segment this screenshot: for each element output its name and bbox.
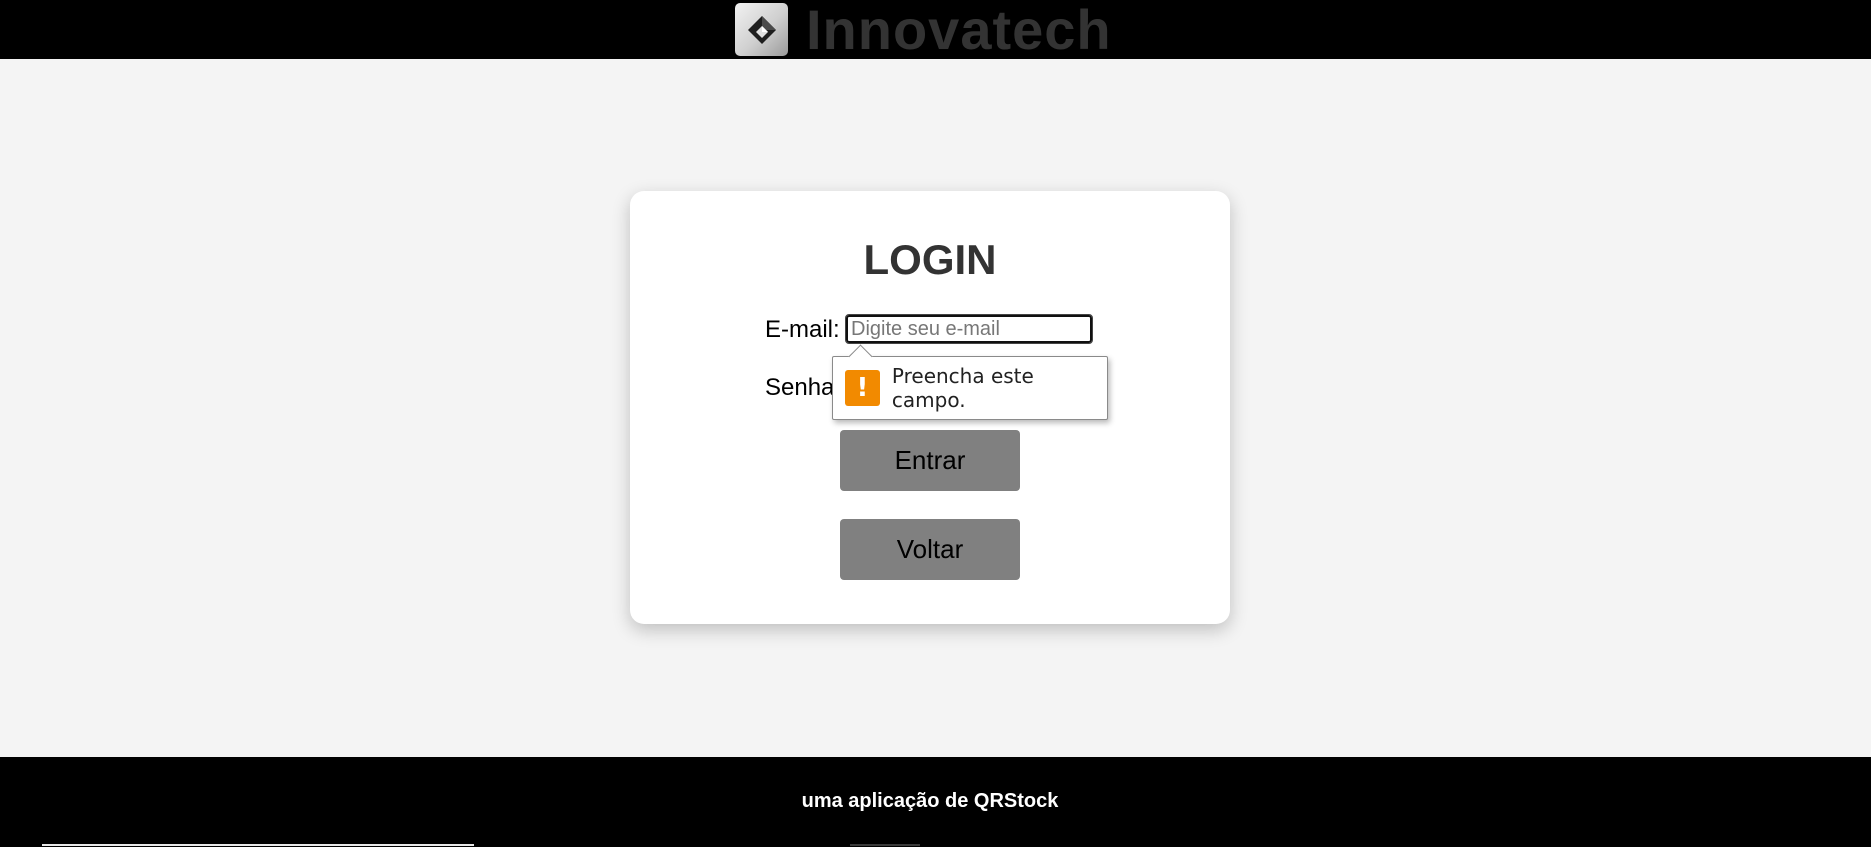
tooltip-message: Preencha este campo. bbox=[891, 364, 1034, 412]
email-input[interactable] bbox=[845, 314, 1093, 344]
validation-tooltip: ! Preencha este campo. bbox=[832, 344, 1108, 420]
warning-icon: ! bbox=[845, 370, 880, 406]
footer-divider-short bbox=[850, 844, 920, 846]
password-label: Senha bbox=[765, 374, 835, 401]
login-title: LOGIN bbox=[863, 236, 997, 283]
back-button[interactable]: Voltar bbox=[840, 519, 1020, 580]
footer: uma aplicação de QRStock bbox=[0, 757, 1871, 847]
email-label: E-mail: bbox=[765, 316, 840, 343]
diamond-logo-icon bbox=[735, 3, 788, 56]
brand[interactable]: Innovatech bbox=[735, 0, 1112, 59]
footer-divider bbox=[42, 844, 474, 846]
top-header: Innovatech bbox=[0, 0, 1871, 59]
footer-text: uma aplicação de QRStock bbox=[801, 790, 1059, 812]
enter-button[interactable]: Entrar bbox=[840, 430, 1020, 491]
brand-name: Innovatech bbox=[806, 0, 1112, 61]
